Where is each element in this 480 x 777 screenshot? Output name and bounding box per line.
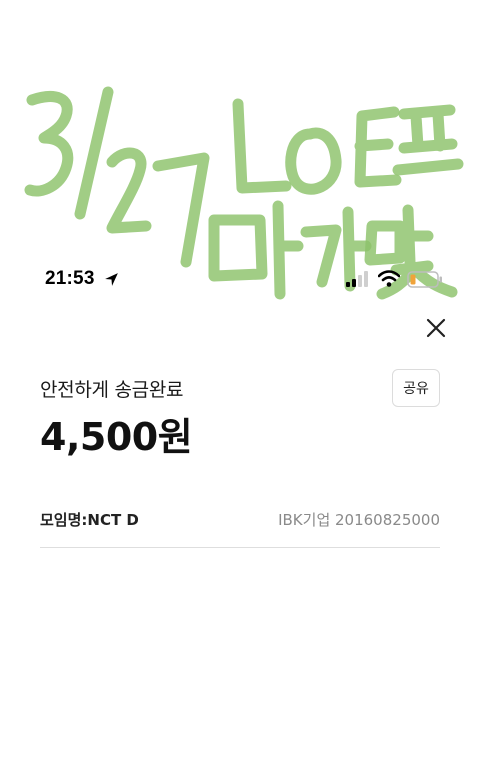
location-arrow-icon [105,273,118,286]
close-button[interactable] [421,313,451,343]
share-button[interactable]: 공유 [392,369,440,407]
status-time: 21:53 [45,268,95,289]
close-icon [426,318,446,338]
recipient-row: 모임명:NCT D IBK기업 20160825000 [40,508,440,532]
recipient-account: IBK기업 20160825000 [278,511,440,529]
status-bar: 21:53 [0,262,480,296]
wifi-icon [378,270,400,287]
transfer-amount: 4,500원 [40,415,193,459]
transfer-status-text: 안전하게 송금완료 [40,379,184,401]
transfer-complete-screen: 21:53 안전하게 송금완료 공유 4,500원 모임명:NCT D IBK기… [0,0,480,777]
recipient-name: 모임명:NCT D [40,511,139,529]
battery-low-icon [407,271,442,288]
divider [40,547,440,548]
cellular-signal-icon [346,271,368,287]
